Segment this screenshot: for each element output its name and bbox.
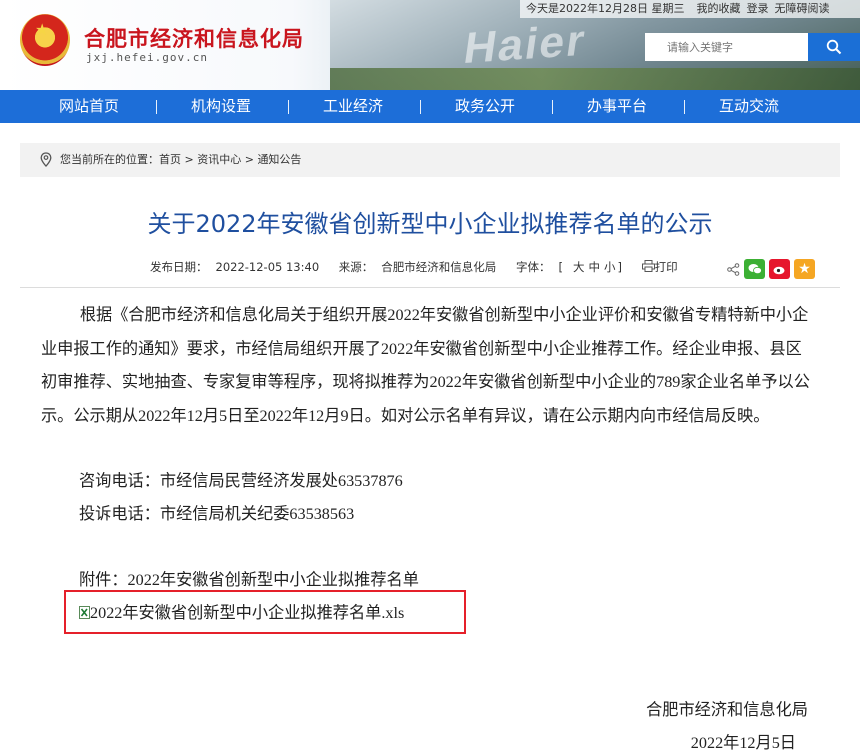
header-banner-ground [330, 68, 860, 90]
weibo-icon[interactable] [769, 259, 790, 279]
source-label: 来源： [338, 260, 374, 274]
search-button[interactable] [808, 33, 860, 61]
breadcrumb: 您当前所在的位置：首页 > 资讯中心 > 通知公告 [20, 143, 840, 177]
breadcrumb-home[interactable]: 首页 [159, 153, 181, 166]
accessibility-link[interactable]: 无障碍阅读 [774, 2, 829, 15]
emblem-star-icon: ★ [35, 20, 50, 39]
share-bar: ★ [727, 259, 815, 279]
attachment-label: 附件：2022年安徽省创新型中小企业拟推荐名单 [79, 571, 419, 589]
font-medium-button[interactable]: 中 [588, 260, 600, 274]
font-large-button[interactable]: 大 [573, 260, 585, 274]
wechat-icon[interactable] [744, 259, 765, 279]
attachment-download-link[interactable]: 2022年安徽省创新型中小企业拟推荐名单.xls [79, 599, 404, 623]
nav-item-interaction[interactable]: 互动交流 [719, 90, 779, 123]
nav-item-organization[interactable]: 机构设置 [191, 90, 251, 123]
nav-item-services[interactable]: 办事平台 [587, 90, 647, 123]
site-name[interactable]: 合肥市经济和信息化局 [84, 23, 304, 53]
consult-phone: 咨询电话：市经信局民营经济发展处63537876 [79, 472, 403, 490]
share-icon[interactable] [727, 262, 740, 276]
favorites-link[interactable]: 我的收藏 [696, 2, 740, 15]
article-body: 根据《合肥市经济和信息化局关于组织开展2022年安徽省创新型中小企业评价和安徽省… [41, 299, 813, 433]
breadcrumb-news-center[interactable]: 资讯中心 [197, 153, 241, 166]
publish-date: 2022-12-05 13:40 [215, 260, 320, 274]
font-bracket-open: [ [558, 260, 563, 274]
print-button[interactable]: 打印 [641, 260, 686, 274]
nav-separator [156, 100, 157, 114]
publish-date-label: 发布日期： [150, 260, 208, 274]
breadcrumb-separator: > [184, 153, 194, 166]
article-paragraph: 根据《合肥市经济和信息化局关于组织开展2022年安徽省创新型中小企业评价和安徽省… [41, 306, 810, 425]
excel-file-icon [79, 606, 90, 619]
site-header: Haier ★ 合肥市经济和信息化局 jxj.hefei.gov.cn 今天是2… [0, 0, 860, 90]
font-bracket-close: ] [617, 260, 622, 274]
font-size-label: 字体： [515, 260, 551, 274]
article-title: 关于2022年安徽省创新型中小企业拟推荐名单的公示 [147, 210, 713, 238]
banner-logo-text: Haier [460, 15, 590, 74]
nav-separator [684, 100, 685, 114]
search-input[interactable] [645, 33, 808, 61]
print-label: 打印 [654, 260, 678, 274]
breadcrumb-notices[interactable]: 通知公告 [257, 153, 301, 166]
nav-separator [288, 100, 289, 114]
meta-divider [20, 287, 840, 288]
search-icon [826, 39, 842, 55]
signature-organization: 合肥市经济和信息化局 [646, 701, 808, 719]
complaint-phone: 投诉电话：市经信局机关纪委63538563 [79, 505, 355, 523]
breadcrumb-prefix: 您当前所在的位置： [60, 153, 159, 166]
search-box [645, 33, 860, 61]
article-source: 合肥市经济和信息化局 [381, 260, 497, 274]
font-small-button[interactable]: 小 [604, 260, 616, 274]
attachment-filename: 2022年安徽省创新型中小企业拟推荐名单.xls [90, 604, 405, 622]
site-url: jxj.hefei.gov.cn [86, 51, 208, 64]
current-date: 今天是2022年12月28日 星期三 [526, 2, 685, 15]
signature-date: 2022年12月5日 [690, 734, 796, 752]
main-nav: 网站首页 机构设置 工业经济 政务公开 办事平台 互动交流 [0, 90, 860, 123]
nav-separator [552, 100, 553, 114]
nav-item-government-affairs[interactable]: 政务公开 [455, 90, 515, 123]
login-link[interactable]: 登录 [746, 2, 768, 15]
nav-item-home[interactable]: 网站首页 [59, 90, 119, 123]
breadcrumb-separator: > [244, 153, 254, 166]
print-icon [641, 260, 655, 272]
nav-item-industry[interactable]: 工业经济 [323, 90, 383, 123]
location-pin-icon [40, 152, 52, 167]
nav-separator [420, 100, 421, 114]
article-meta: 发布日期： 2022-12-05 13:40 来源： 合肥市经济和信息化局 字体： [… [150, 259, 694, 275]
qzone-icon[interactable]: ★ [794, 259, 815, 279]
top-utility-bar: 今天是2022年12月28日 星期三 我的收藏 登录 无障碍阅读 [520, 0, 860, 18]
